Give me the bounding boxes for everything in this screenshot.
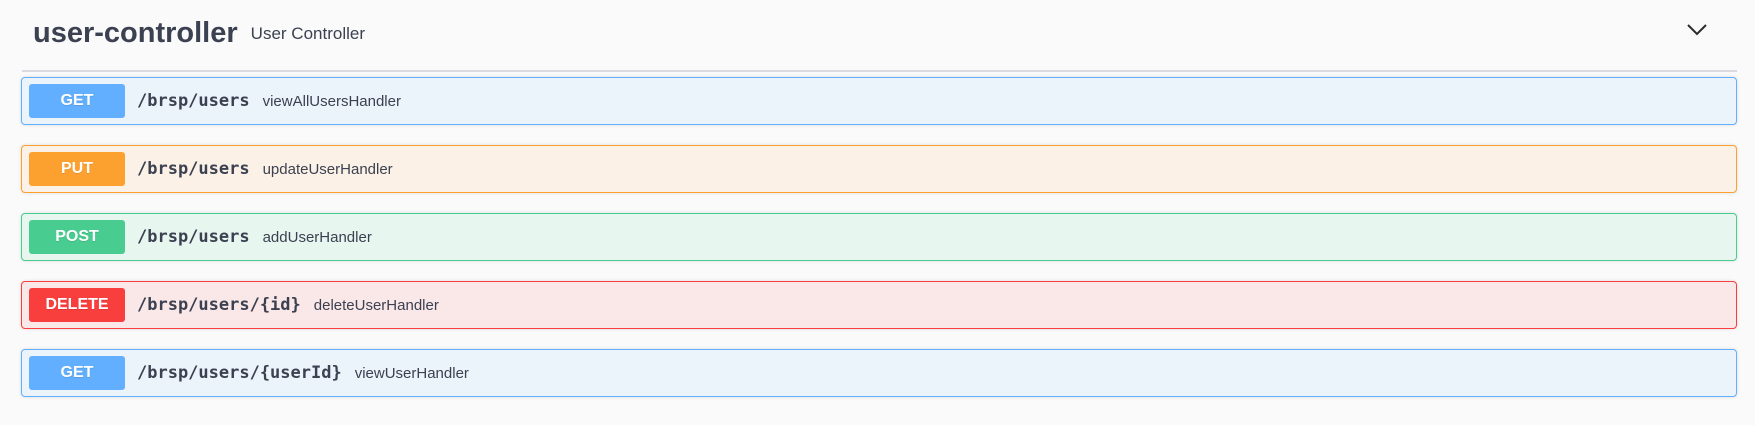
method-badge: GET — [29, 356, 125, 390]
method-badge: GET — [29, 84, 125, 118]
operation-path: /brsp/users — [137, 227, 250, 247]
operation-path: /brsp/users — [137, 91, 250, 111]
operation-put-users[interactable]: PUT /brsp/users updateUserHandler — [21, 145, 1737, 193]
operation-summary: viewAllUsersHandler — [262, 92, 401, 110]
operation-path: /brsp/users/{id} — [137, 295, 301, 315]
operation-summary: deleteUserHandler — [313, 296, 439, 314]
expand-toggle-button[interactable] — [1681, 16, 1713, 44]
tag-header[interactable]: user-controller User Controller — [22, 0, 1737, 72]
tag-description: User Controller — [250, 23, 365, 43]
operation-get-users[interactable]: GET /brsp/users viewAllUsersHandler — [21, 77, 1737, 125]
operation-post-users[interactable]: POST /brsp/users addUserHandler — [21, 213, 1737, 261]
method-badge: POST — [29, 220, 125, 254]
operation-summary: viewUserHandler — [354, 364, 469, 382]
tag-title: user-controller — [33, 16, 238, 49]
operation-summary: addUserHandler — [262, 228, 372, 246]
chevron-down-icon — [1687, 24, 1707, 36]
operation-summary: updateUserHandler — [262, 160, 393, 178]
operation-path: /brsp/users — [137, 159, 250, 179]
tag-section: user-controller User Controller GET /brs… — [0, 0, 1755, 425]
method-badge: DELETE — [29, 288, 125, 322]
operations-list: GET /brsp/users viewAllUsersHandler PUT … — [21, 77, 1737, 417]
method-badge: PUT — [29, 152, 125, 186]
operation-delete-user[interactable]: DELETE /brsp/users/{id} deleteUserHandle… — [21, 281, 1737, 329]
operation-path: /brsp/users/{userId} — [137, 363, 342, 383]
operation-get-user[interactable]: GET /brsp/users/{userId} viewUserHandler — [21, 349, 1737, 397]
